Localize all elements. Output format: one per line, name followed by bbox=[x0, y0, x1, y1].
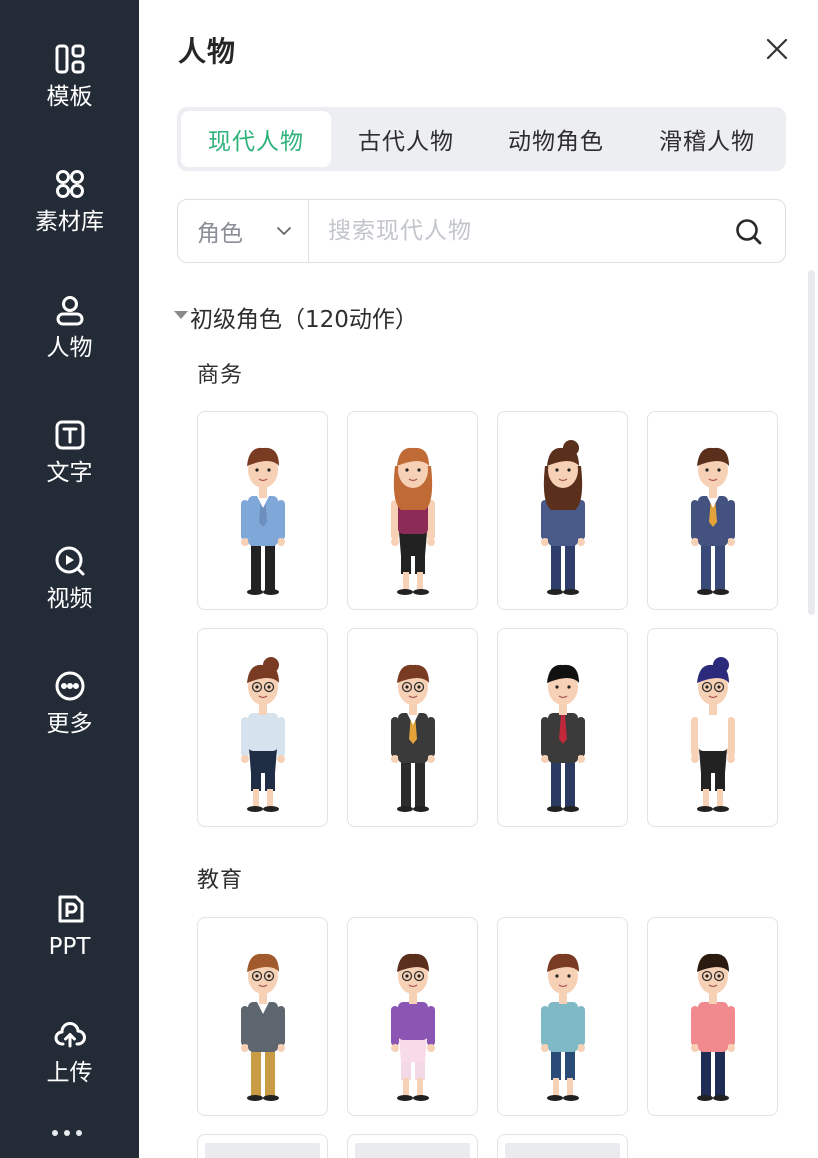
ppt-icon bbox=[53, 892, 87, 926]
character-card[interactable] bbox=[197, 917, 328, 1116]
tab-modern-people[interactable]: 现代人物 bbox=[181, 111, 331, 167]
sidebar-item-template[interactable]: 模板 bbox=[0, 40, 139, 140]
character-thumbnail bbox=[241, 953, 285, 1101]
search-button[interactable] bbox=[733, 216, 765, 248]
left-sidebar: 模板 素材库 人物 文字 视频 更多 PPT 上传 bbox=[0, 0, 139, 1158]
character-card[interactable] bbox=[197, 1134, 328, 1158]
character-card[interactable] bbox=[347, 1134, 478, 1158]
character-card[interactable] bbox=[497, 628, 628, 827]
close-icon bbox=[766, 38, 788, 60]
dot-icon bbox=[52, 1130, 58, 1136]
chevron-down-icon bbox=[277, 227, 291, 235]
group-title-basic-roles[interactable]: 初级角色（120动作） bbox=[174, 300, 418, 334]
template-icon bbox=[53, 42, 87, 76]
group-title-label: 初级角色（120动作） bbox=[190, 307, 418, 333]
character-thumbnail bbox=[355, 1143, 470, 1158]
role-filter-dropdown[interactable]: 角色 bbox=[178, 200, 309, 262]
sidebar-item-more[interactable]: 更多 bbox=[0, 667, 139, 767]
sidebar-item-text[interactable]: 文字 bbox=[0, 416, 139, 516]
sidebar-overflow-button[interactable] bbox=[52, 1130, 82, 1136]
character-card[interactable] bbox=[497, 917, 628, 1116]
character-thumbnail bbox=[691, 447, 735, 595]
section-label-business: 商务 bbox=[197, 363, 244, 388]
character-card[interactable] bbox=[347, 917, 478, 1116]
sidebar-item-label: 模板 bbox=[46, 84, 93, 110]
section-label-education: 教育 bbox=[197, 868, 244, 893]
collapse-triangle-icon bbox=[174, 311, 188, 319]
sidebar-item-label: 文字 bbox=[46, 460, 93, 486]
character-thumbnail bbox=[391, 953, 435, 1101]
dot-icon bbox=[64, 1130, 70, 1136]
tab-ancient-people[interactable]: 古代人物 bbox=[331, 111, 481, 167]
sidebar-item-person[interactable]: 人物 bbox=[0, 291, 139, 391]
sidebar-item-ppt[interactable]: PPT bbox=[0, 890, 139, 990]
character-thumbnail bbox=[391, 664, 435, 812]
character-card[interactable] bbox=[647, 628, 778, 827]
role-filter-value: 角色 bbox=[197, 221, 243, 247]
sidebar-item-label: 视频 bbox=[46, 586, 93, 612]
character-card[interactable] bbox=[197, 628, 328, 827]
search-icon bbox=[736, 219, 762, 245]
sidebar-item-label: 上传 bbox=[46, 1060, 93, 1086]
panel-title: 人物 bbox=[178, 35, 237, 68]
character-card[interactable] bbox=[347, 411, 478, 610]
character-thumbnail bbox=[205, 1143, 320, 1158]
tab-funny-people[interactable]: 滑稽人物 bbox=[632, 111, 782, 167]
sidebar-item-label: 素材库 bbox=[35, 209, 104, 235]
more-icon bbox=[53, 669, 87, 703]
character-thumbnail bbox=[541, 953, 585, 1101]
character-thumbnail bbox=[241, 447, 285, 595]
character-card[interactable] bbox=[497, 1134, 628, 1158]
sidebar-item-label: 人物 bbox=[46, 335, 93, 361]
character-thumbnail bbox=[391, 447, 435, 595]
sidebar-item-label: 更多 bbox=[46, 711, 93, 737]
video-icon bbox=[53, 544, 87, 578]
category-tabs: 现代人物 古代人物 动物角色 滑稽人物 bbox=[177, 107, 786, 171]
sidebar-item-upload[interactable]: 上传 bbox=[0, 1016, 139, 1116]
character-card[interactable] bbox=[647, 411, 778, 610]
person-icon bbox=[53, 293, 87, 327]
character-thumbnail bbox=[691, 953, 735, 1101]
character-thumbnail bbox=[691, 657, 735, 812]
character-thumbnail bbox=[541, 440, 585, 595]
text-icon bbox=[53, 418, 87, 452]
character-thumbnail bbox=[241, 657, 285, 812]
close-button[interactable] bbox=[762, 34, 792, 64]
dot-icon bbox=[76, 1130, 82, 1136]
sidebar-item-video[interactable]: 视频 bbox=[0, 542, 139, 642]
character-card[interactable] bbox=[497, 411, 628, 610]
sidebar-item-material-library[interactable]: 素材库 bbox=[0, 165, 139, 265]
character-card[interactable] bbox=[347, 628, 478, 827]
tab-animal-characters[interactable]: 动物角色 bbox=[481, 111, 631, 167]
character-thumbnail bbox=[505, 1143, 620, 1158]
character-thumbnail bbox=[541, 664, 585, 812]
upload-icon bbox=[53, 1018, 87, 1052]
search-bar: 角色 bbox=[177, 199, 786, 263]
character-card[interactable] bbox=[647, 917, 778, 1116]
scrollbar[interactable] bbox=[808, 270, 815, 615]
material-library-icon bbox=[53, 167, 87, 201]
search-input[interactable] bbox=[328, 212, 718, 250]
sidebar-item-label: PPT bbox=[48, 934, 91, 960]
character-card[interactable] bbox=[197, 411, 328, 610]
